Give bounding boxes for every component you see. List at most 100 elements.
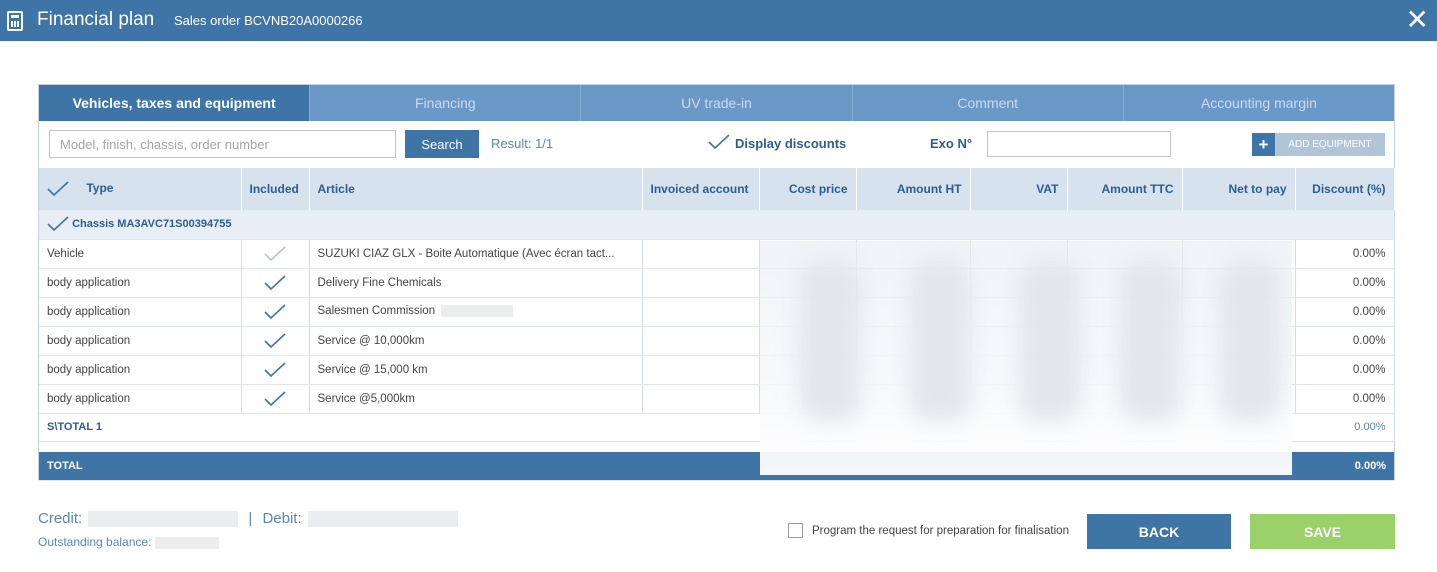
balance-value-redacted: [155, 536, 220, 549]
financial-plan-panel: Vehicles, taxes and equipment Financing …: [38, 84, 1395, 481]
redacted-block: [441, 305, 514, 318]
program-request-label: Program the request for preparation for …: [812, 524, 1069, 537]
balance-label: Outstanding balance:: [38, 535, 152, 549]
redacted-amounts-area: [760, 241, 1292, 475]
row-included[interactable]: [241, 268, 310, 298]
save-button[interactable]: SAVE: [1250, 514, 1395, 549]
row-invoiced-account: [642, 239, 760, 269]
search-input[interactable]: [49, 130, 396, 158]
column-header-amount-ht[interactable]: Amount HT: [856, 168, 971, 210]
row-included[interactable]: [241, 239, 310, 269]
article-text: Salesmen Commission: [317, 305, 436, 318]
program-request-option[interactable]: Program the request for preparation for …: [788, 523, 1069, 538]
tab-uv-trade-in[interactable]: UV trade-in: [580, 85, 851, 121]
chassis-cell: Chassis MA3AVC71S00394755: [39, 210, 1395, 240]
title-bar: Financial plan Sales order BCVNB20A00002…: [0, 0, 1437, 41]
debit-value-redacted: [307, 511, 458, 528]
row-included[interactable]: [241, 355, 310, 385]
row-invoiced-account: [642, 355, 760, 385]
column-header-included[interactable]: Included: [241, 168, 310, 210]
separator: |: [248, 510, 253, 527]
row-article: Service @5,000km: [309, 384, 643, 414]
row-type: body application: [39, 384, 242, 414]
chassis-label: Chassis MA3AVC71S00394755: [72, 218, 232, 231]
tab-vehicles-taxes-equipment[interactable]: Vehicles, taxes and equipment: [39, 85, 310, 121]
row-type: Vehicle: [39, 239, 242, 269]
redacted-blob: [1220, 261, 1280, 421]
row-article: Delivery Fine Chemicals: [309, 268, 643, 298]
row-invoiced-account: [642, 326, 760, 356]
row-discount: 0.00%: [1295, 268, 1395, 298]
row-discount: 0.00%: [1295, 326, 1395, 356]
credit-value-redacted: [88, 511, 239, 528]
total-discount: 0.00%: [1295, 452, 1394, 481]
row-discount: 0.00%: [1295, 297, 1395, 327]
column-header-invoiced-account[interactable]: Invoiced account: [642, 168, 760, 210]
back-button[interactable]: BACK: [1087, 514, 1231, 549]
row-type: body application: [39, 268, 242, 298]
included-checkmark-icon: [264, 361, 286, 377]
select-all-checkmark-icon[interactable]: [47, 181, 69, 197]
row-type: body application: [39, 326, 242, 356]
exo-label: Exo N°: [930, 136, 973, 151]
table-header-row: Type Included Article Invoiced account C…: [39, 168, 1395, 210]
row-included[interactable]: [241, 384, 310, 414]
row-discount: 0.00%: [1295, 384, 1395, 414]
tab-bar: Vehicles, taxes and equipment Financing …: [39, 85, 1394, 121]
included-checkmark-icon: [264, 303, 286, 319]
column-header-net-to-pay[interactable]: Net to pay: [1182, 168, 1296, 210]
row-invoiced-account: [642, 297, 760, 327]
calculator-icon: [7, 11, 23, 31]
search-button[interactable]: Search: [405, 130, 479, 158]
row-included[interactable]: [241, 297, 310, 327]
row-invoiced-account: [642, 384, 760, 414]
add-equipment-label: ADD EQUIPMENT: [1288, 139, 1372, 150]
chassis-group-row[interactable]: Chassis MA3AVC71S00394755: [39, 210, 1395, 240]
redacted-blob: [910, 261, 970, 421]
column-header-type[interactable]: Type: [39, 168, 242, 210]
row-invoiced-account: [642, 268, 760, 298]
debit-label: Debit:: [262, 510, 302, 527]
redacted-blob: [1120, 261, 1180, 421]
included-checkmark-icon: [264, 332, 286, 348]
tab-financing[interactable]: Financing: [309, 85, 580, 121]
exo-number-input[interactable]: [987, 131, 1171, 157]
row-included[interactable]: [241, 326, 310, 356]
credit-debit-summary: Credit: | Debit:: [38, 510, 464, 528]
subtotal-discount: 0.00%: [1295, 413, 1395, 442]
redacted-blob: [1020, 261, 1080, 421]
column-header-discount[interactable]: Discount (%): [1295, 168, 1395, 210]
row-article: Salesmen Commission: [309, 297, 643, 327]
column-header-amount-ttc[interactable]: Amount TTC: [1067, 168, 1183, 210]
result-count: Result: 1/1: [491, 136, 554, 151]
close-icon[interactable]: ✕: [1406, 6, 1429, 34]
included-checkmark-icon: [264, 245, 286, 261]
add-equipment-button[interactable]: + ADD EQUIPMENT: [1252, 133, 1385, 156]
column-header-cost-price[interactable]: Cost price: [759, 168, 857, 210]
display-discounts-label[interactable]: Display discounts: [735, 136, 846, 151]
credit-label: Credit:: [38, 510, 83, 527]
row-discount: 0.00%: [1295, 355, 1395, 385]
window-subtitle: Sales order BCVNB20A0000266: [174, 13, 363, 28]
row-article: SUZUKI CIAZ GLX - Boite Automatique (Ave…: [309, 239, 643, 269]
chassis-checkmark-icon[interactable]: [47, 216, 69, 232]
column-label: Type: [86, 181, 114, 196]
row-discount: 0.00%: [1295, 239, 1395, 269]
included-checkmark-icon: [264, 390, 286, 406]
plus-icon: +: [1252, 133, 1275, 156]
included-checkmark-icon: [264, 274, 286, 290]
tab-accounting-margin[interactable]: Accounting margin: [1122, 85, 1394, 121]
column-header-article[interactable]: Article: [309, 168, 643, 210]
redacted-blob: [800, 261, 860, 421]
row-type: body application: [39, 297, 242, 327]
window-title: Financial plan: [37, 9, 155, 30]
column-header-vat[interactable]: VAT: [970, 168, 1068, 210]
outstanding-balance: Outstanding balance:: [38, 535, 220, 549]
row-type: body application: [39, 355, 242, 385]
row-article: Service @ 10,000km: [309, 326, 643, 356]
program-request-checkbox[interactable]: [788, 523, 803, 538]
tab-comment[interactable]: Comment: [851, 85, 1123, 121]
display-discounts-checkmark-icon[interactable]: [708, 134, 730, 150]
row-article: Service @ 15,000 km: [309, 355, 643, 385]
toolbar: Search Result: 1/1 Display discounts Exo…: [39, 121, 1394, 168]
